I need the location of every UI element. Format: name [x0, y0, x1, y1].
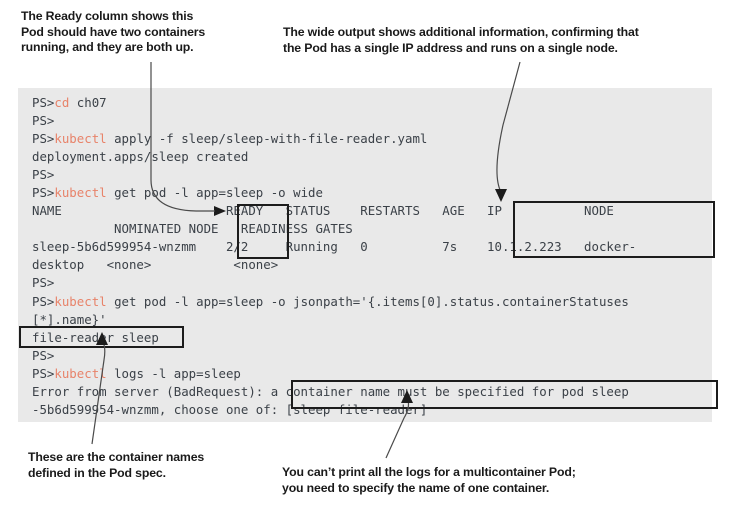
terminal-line: PS>kubectl apply -f sleep/sleep-with-fil…: [32, 130, 636, 148]
terminal-line: deployment.apps/sleep created: [32, 148, 636, 166]
terminal-line: desktop <none> <none>: [32, 256, 636, 274]
terminal-line-text: get pod -l app=sleep -o wide: [106, 185, 323, 201]
terminal-prompt: PS>: [32, 185, 55, 201]
terminal-prompt: PS>: [32, 113, 55, 129]
terminal-line: PS>kubectl get pod -l app=sleep -o jsonp…: [32, 293, 636, 311]
terminal-line-text: logs -l app=sleep: [106, 365, 241, 381]
terminal-line: PS>cd ch07: [32, 94, 636, 112]
terminal-line: PS>: [32, 274, 636, 292]
annotation-container-names: These are the container names defined in…: [28, 450, 205, 480]
ready-column-highlight-box: [237, 204, 289, 259]
terminal-prompt: PS>: [32, 347, 55, 363]
annotation-multicontainer-logs: You can’t print all the logs for a multi…: [282, 465, 576, 495]
ip-node-highlight-box: [513, 201, 715, 258]
terminal-prompt: PS>: [32, 293, 55, 309]
terminal-prompt: PS>: [32, 131, 55, 147]
annotation-ready-column: The Ready column shows this Pod should h…: [21, 9, 206, 55]
container-names-highlight-box: [19, 326, 184, 348]
terminal-command-name: kubectl: [54, 293, 107, 309]
terminal-command-name: kubectl: [54, 131, 107, 147]
terminal-line-text: get pod -l app=sleep -o jsonpath='{.item…: [106, 293, 629, 309]
terminal-prompt: PS>: [32, 95, 55, 110]
terminal-command-name: kubectl: [54, 185, 107, 201]
terminal-command-name: kubectl: [54, 365, 107, 381]
terminal-line-text: [*].name}': [32, 311, 107, 327]
terminal-line: PS>: [32, 347, 636, 365]
terminal-prompt: PS>: [32, 167, 55, 183]
terminal-command-name: cd: [54, 95, 70, 110]
terminal-prompt: PS>: [32, 365, 55, 381]
terminal-line: PS>: [32, 112, 636, 130]
annotation-wide-output: The wide output shows additional informa…: [283, 25, 639, 55]
terminal-line-text: NOMINATED NODE READINESS GATES: [32, 221, 353, 237]
terminal-line: PS>kubectl get pod -l app=sleep -o wide: [32, 184, 636, 202]
terminal-line: PS>: [32, 166, 636, 184]
terminal-line-text: apply -f sleep/sleep-with-file-reader.ya…: [106, 131, 428, 147]
terminal-line-text: ch07: [69, 95, 107, 110]
error-message-highlight-box: [291, 380, 718, 409]
terminal-line-text: desktop <none> <none>: [32, 257, 279, 273]
terminal-prompt: PS>: [32, 275, 55, 291]
terminal-line-text: deployment.apps/sleep created: [32, 149, 249, 165]
